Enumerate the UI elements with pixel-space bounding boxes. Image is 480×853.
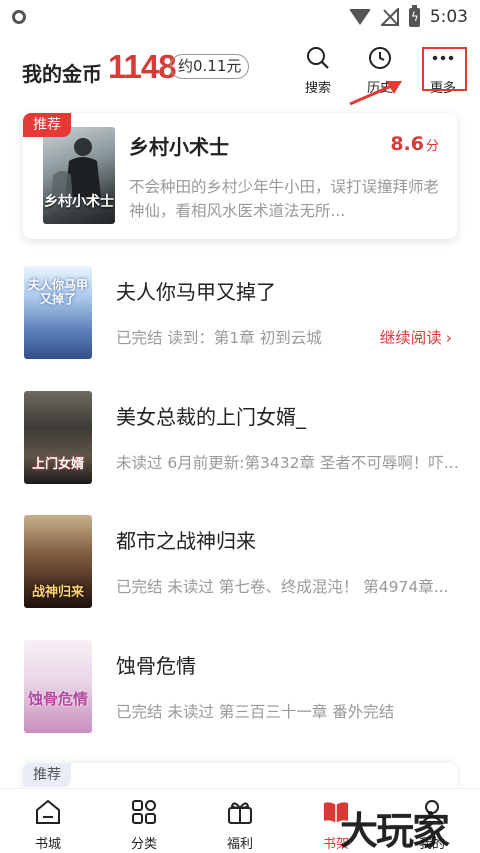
book-cover-title: 战神归来 — [31, 585, 84, 600]
bookshelf-item[interactable]: 上门女婿 美女总裁的上门女婿_ 未读过 6月前更新:第3432章 圣者不可辱啊！… — [0, 387, 480, 507]
coin-approx-badge: 约0.11元 — [170, 54, 250, 79]
continue-reading-label: 继续阅读 — [379, 329, 442, 347]
status-indicators: ϟ 5:03 — [348, 4, 468, 27]
book-meta: 已完结 未读过 第七卷、终成混沌！ 第4974章... — [116, 578, 449, 596]
more-highlight-box — [422, 47, 467, 91]
nav-label: 福利 — [226, 837, 253, 852]
book-cover[interactable]: 上门女婿 — [24, 391, 92, 484]
recommend-card[interactable]: 乡村小术士 推荐 乡村小术士 8.6 分 不会种田的乡村少年牛小田，误打误撞拜师老… — [23, 113, 457, 239]
battery-icon: ϟ — [408, 4, 420, 27]
book-title[interactable]: 蚀骨危情 — [116, 650, 196, 679]
recommend-description: 不会种田的乡村少年牛小田，误打误撞拜师老神仙，看相风水医术道法无所... — [129, 178, 440, 220]
coin-value[interactable]: 1148 — [108, 48, 177, 86]
recommend-cover-title: 乡村小术士 — [44, 194, 114, 210]
nav-item-category[interactable]: 分类 — [96, 789, 192, 853]
continue-reading-button[interactable]: 继续阅读 › — [380, 326, 452, 348]
book-meta: 已完结 读到：第1章 初到云城 — [116, 329, 322, 347]
nav-item-welfare[interactable]: 福利 — [192, 789, 288, 853]
search-button[interactable]: 搜索 — [294, 42, 342, 96]
book-title[interactable]: 美女总裁的上门女婿_ — [116, 401, 306, 430]
gift-icon — [228, 802, 252, 824]
book-cover-title: 夫人你马甲又掉了 — [27, 278, 88, 306]
score-unit: 分 — [425, 139, 439, 154]
watermark: 大玩家 — [340, 808, 450, 853]
recommend-tag: 推荐 — [23, 113, 71, 137]
annotation-arrow-icon — [349, 81, 402, 106]
nav-item-bookstore[interactable]: 书城 — [0, 789, 96, 853]
bookshelf-item[interactable]: 战神归来 都市之战神归来 已完结 未读过 第七卷、终成混沌！ 第4974章... — [0, 511, 480, 631]
book-meta: 未读过 6月前更新:第3432章 圣者不可辱啊！吓... — [116, 454, 459, 472]
home-icon — [36, 799, 60, 824]
recommend-title[interactable]: 乡村小术士 — [129, 131, 229, 160]
book-meta: 已完结 未读过 第三百三十一章 番外完结 — [116, 703, 395, 721]
status-bar: ϟ 5:03 — [0, 0, 480, 34]
header: 我的金币 1148 约0.11元 搜索 历史 更多 — [0, 34, 480, 104]
nav-label: 分类 — [130, 837, 157, 852]
nav-label: 书城 — [34, 837, 61, 852]
recommend-book-cover[interactable]: 乡村小术士 — [43, 127, 115, 224]
search-label: 搜索 — [304, 81, 331, 96]
grid-icon — [132, 800, 156, 824]
book-title[interactable]: 夫人你马甲又掉了 — [116, 276, 276, 305]
score-value: 8.6 — [390, 133, 424, 155]
book-cover-title: 上门女婿 — [31, 457, 84, 472]
bookshelf-item[interactable]: 夫人你马甲又掉了 夫人你马甲又掉了 已完结 读到：第1章 初到云城 继续阅读 › — [0, 262, 480, 382]
search-icon — [307, 47, 329, 69]
book-cover[interactable]: 蚀骨危情 — [24, 640, 92, 733]
clock-icon — [369, 47, 391, 69]
book-cover[interactable]: 战神归来 — [24, 515, 92, 608]
bookshelf-item[interactable]: 蚀骨危情 蚀骨危情 已完结 未读过 第三百三十一章 番外完结 — [0, 636, 480, 756]
book-cover[interactable]: 夫人你马甲又掉了 — [24, 266, 92, 359]
recommend-score: 8.6 分 — [390, 133, 439, 155]
status-time: 5:03 — [429, 7, 468, 27]
book-title[interactable]: 都市之战神归来 — [116, 525, 256, 554]
recommend-tag-2: 推荐 — [23, 763, 71, 787]
chevron-right-icon: › — [445, 329, 452, 347]
signal-icon — [380, 8, 399, 26]
wifi-icon — [348, 9, 371, 25]
book-cover-title: 蚀骨危情 — [27, 690, 88, 708]
notification-icon — [12, 10, 26, 24]
coin-label: 我的金币 — [22, 62, 102, 86]
